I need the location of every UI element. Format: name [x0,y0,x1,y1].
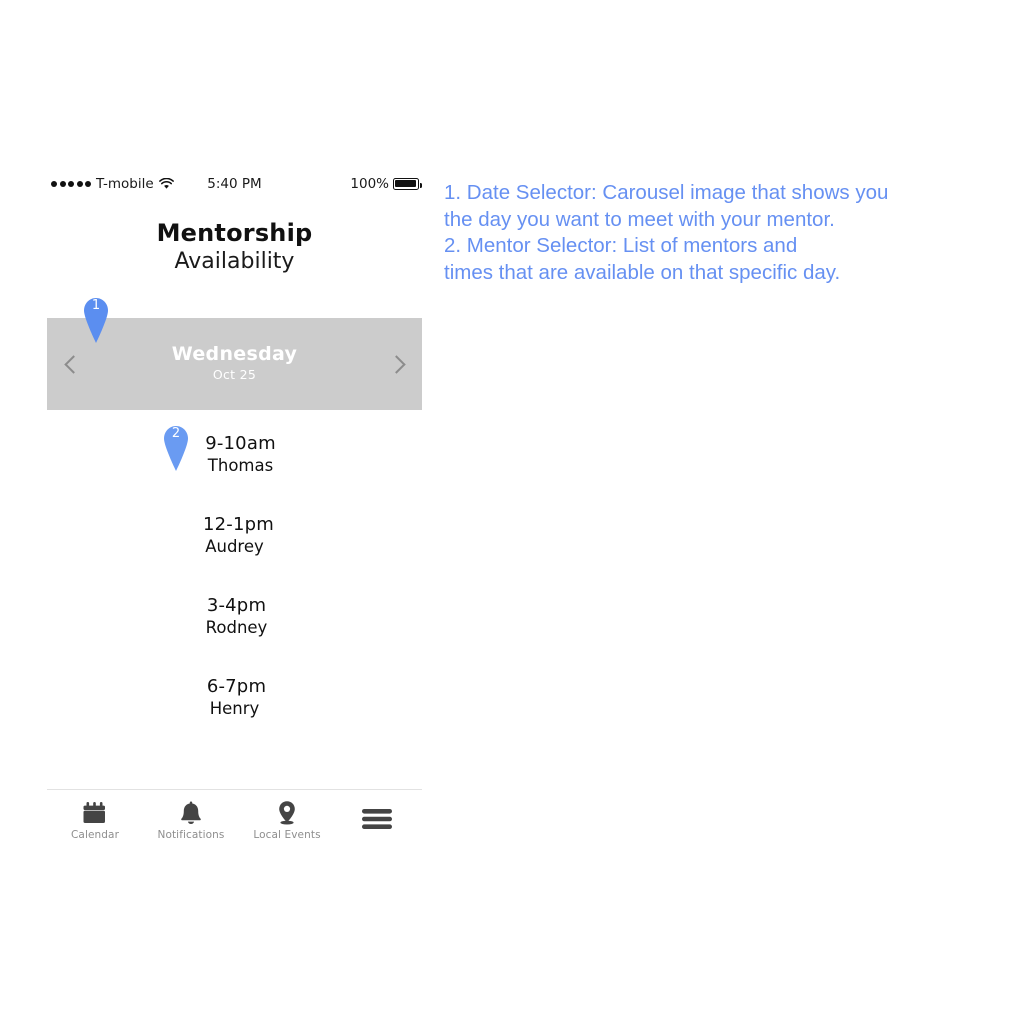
list-item[interactable]: 12-1pm Audrey [47,514,422,596]
annotation-text: 1. Date Selector: Carousel image that sh… [444,180,964,286]
nav-item-notifications[interactable]: Notifications [143,800,239,841]
next-day-button[interactable] [370,318,422,410]
calendar-icon [82,800,108,826]
annotation-line-3: 2. Mentor Selector: List of mentors and [444,234,798,257]
nav-item-local-events[interactable]: Local Events [239,800,335,841]
mentor-time: 6-7pm [206,676,267,697]
battery-percent-label: 100% [350,176,389,192]
nav-label-local-events: Local Events [253,829,321,841]
nav-label-notifications: Notifications [157,829,225,841]
annotation-line-2: the day you want to meet with your mento… [444,207,835,231]
callout-pin-2-number: 2 [171,426,181,441]
bell-icon [179,800,203,826]
mentor-name: Audrey [205,536,264,556]
list-item[interactable]: 9-10am Thomas [47,433,422,515]
mentor-name: Thomas [207,455,274,475]
annotation-line-1: 1. Date Selector: Carousel image that sh… [444,181,889,204]
nav-item-calendar[interactable]: Calendar [47,800,143,841]
battery-full-icon [393,178,422,190]
screenshot-root: T-mobile 5:40 PM 100% Mentorship Availab… [0,0,1024,1024]
nav-label-calendar: Calendar [70,829,119,841]
phone-mockup: T-mobile 5:40 PM 100% Mentorship Availab… [47,172,422,852]
status-bar-right: 100% [350,176,422,192]
page-title-block: Mentorship Availability [47,220,422,276]
status-bar: T-mobile 5:40 PM 100% [47,172,422,200]
mentor-name: Rodney [205,617,268,637]
mentor-selector-list: 9-10am Thomas 12-1pm Audrey 3-4pm Rodney… [47,433,422,758]
mentor-time: 9-10am [205,433,276,454]
chevron-left-icon [63,354,83,374]
callout-pin-2: 2 [161,424,191,472]
callout-pin-1-number: 1 [91,298,101,313]
hamburger-menu-icon [361,806,393,832]
page-title: Mentorship [156,219,313,247]
callout-pin-1: 1 [81,296,111,344]
chevron-right-icon [386,354,406,374]
list-item[interactable]: 3-4pm Rodney [47,595,422,677]
mentor-name: Henry [209,698,260,718]
nav-item-menu[interactable] [335,800,419,835]
selected-day-label: Wednesday [171,342,298,365]
list-item[interactable]: 6-7pm Henry [47,676,422,758]
annotation-line-4: times that are available on that specifi… [444,260,841,284]
mentor-time: 3-4pm [206,595,267,616]
map-pin-icon [276,800,298,826]
selected-date-label: Oct 25 [212,367,257,383]
date-selector-label-group: Wednesday Oct 25 [99,342,370,383]
mentor-time: 12-1pm [202,514,274,535]
page-subtitle: Availability [174,249,295,275]
bottom-navigation-bar: Calendar Notifications Local Events [47,789,422,852]
